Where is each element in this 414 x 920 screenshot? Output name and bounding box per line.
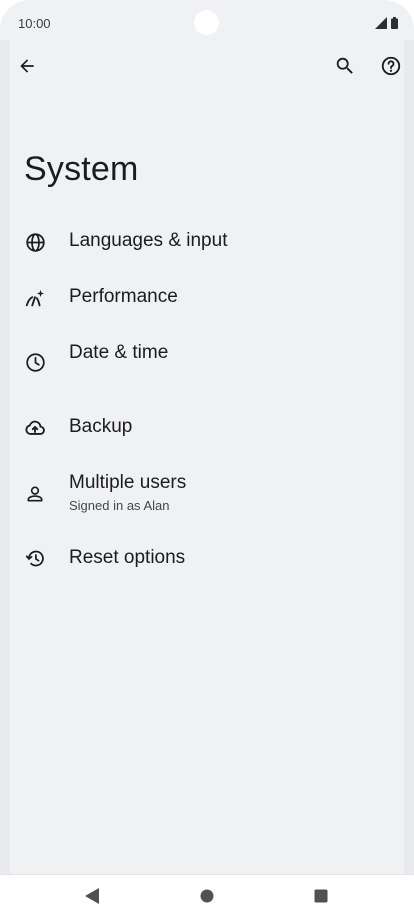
page-title: System: [24, 150, 139, 188]
battery-icon: [391, 16, 398, 34]
nav-home-icon: [199, 888, 215, 909]
settings-item-label: Backup: [69, 416, 133, 437]
search-icon: [334, 55, 356, 82]
settings-item-performance[interactable]: Performance: [0, 278, 414, 318]
navigation-bar: [0, 874, 414, 920]
top-app-bar: [0, 50, 414, 86]
status-bar: 10:00: [0, 0, 414, 46]
person-icon: [23, 482, 47, 506]
settings-item-date-time[interactable]: Date & time: [0, 334, 414, 384]
settings-item-sublabel: Signed in as Alan: [69, 498, 170, 513]
clock-icon: [23, 350, 47, 374]
settings-item-label: Reset options: [69, 547, 186, 568]
search-button[interactable]: [327, 50, 363, 86]
screen-edge-right: [404, 40, 414, 875]
signal-icon: [375, 16, 387, 34]
help-icon: [380, 55, 402, 82]
status-icons: [375, 16, 398, 34]
settings-item-label: Languages & input: [69, 230, 228, 251]
settings-item-languages[interactable]: Languages & input: [0, 222, 414, 262]
nav-back-icon: [84, 887, 100, 910]
settings-item-label: Date & time: [69, 342, 169, 363]
cloud-upload-icon: [23, 416, 47, 440]
nav-recents-icon: [313, 888, 329, 909]
screen-edge-left: [0, 40, 10, 875]
performance-icon: [23, 287, 47, 311]
nav-back-button[interactable]: [82, 887, 102, 910]
settings-item-backup[interactable]: Backup: [0, 408, 414, 448]
arrow-back-icon: [17, 56, 37, 81]
globe-icon: [23, 230, 47, 254]
settings-item-label: Performance: [69, 286, 178, 307]
phone-screen: 10:00 System Languages & input Performan…: [0, 0, 414, 920]
status-time: 10:00: [18, 16, 51, 31]
camera-cutout: [194, 10, 219, 35]
back-button[interactable]: [9, 50, 45, 86]
nav-recents-button[interactable]: [311, 888, 331, 908]
settings-item-multiple-users[interactable]: Multiple users Signed in as Alan: [0, 464, 414, 520]
settings-item-reset-options[interactable]: Reset options: [0, 539, 414, 579]
history-icon: [23, 546, 47, 570]
settings-item-label: Multiple users: [69, 472, 187, 493]
help-button[interactable]: [373, 50, 409, 86]
nav-home-button[interactable]: [197, 888, 217, 908]
